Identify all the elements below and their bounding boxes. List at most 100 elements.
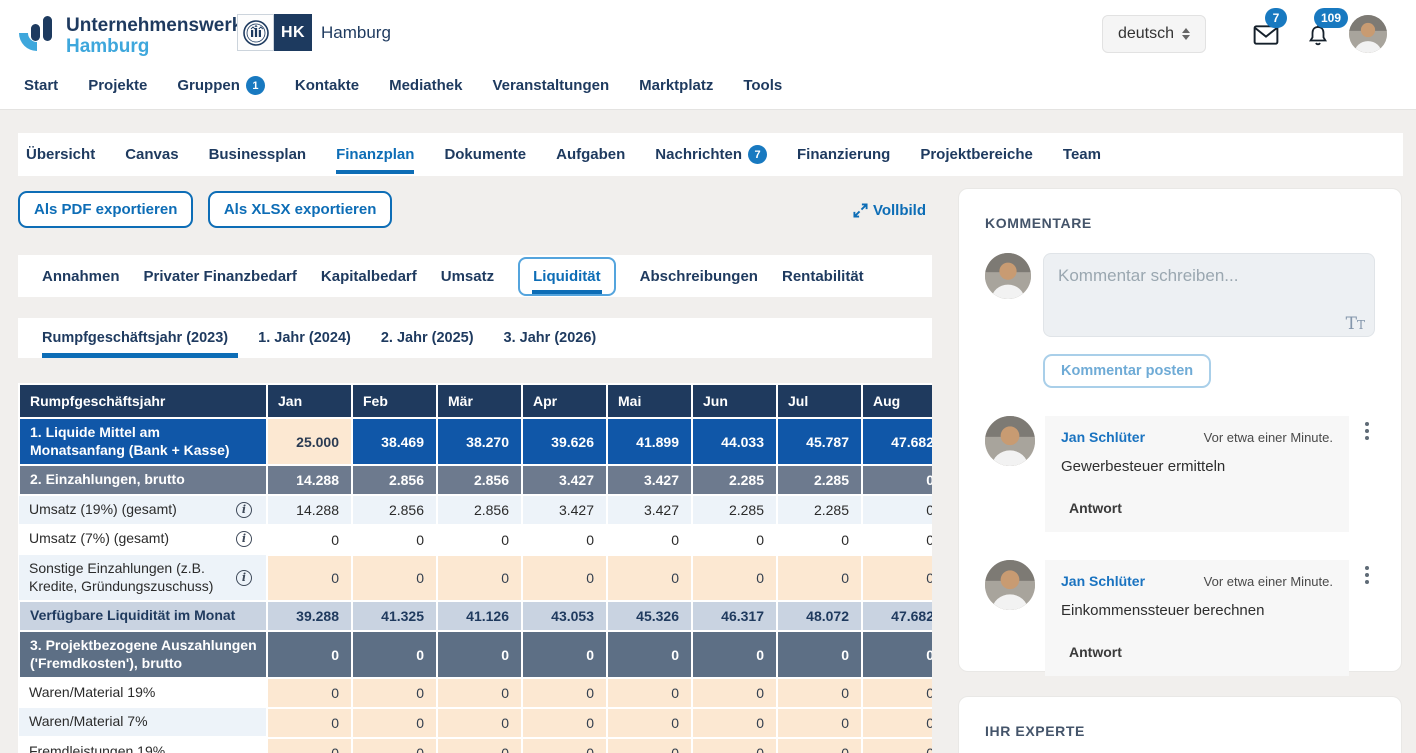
value-cell[interactable]: 0	[436, 677, 523, 709]
value-cell[interactable]: 0	[436, 554, 523, 602]
value-cell: 0	[521, 630, 608, 679]
value-cell[interactable]: 0	[351, 737, 438, 753]
value-cell: 38.469	[351, 417, 438, 466]
finance-tab-privater finanzbedarf[interactable]: Privater Finanzbedarf	[144, 268, 297, 285]
value-cell[interactable]: 0	[606, 737, 693, 753]
info-icon[interactable]: i	[236, 501, 252, 518]
info-icon[interactable]: i	[236, 530, 252, 547]
value-cell[interactable]: 0	[606, 677, 693, 709]
main-nav-item-mediathek[interactable]: Mediathek	[389, 76, 462, 95]
project-tab-aufgaben[interactable]: Aufgaben	[556, 133, 625, 176]
value-cell[interactable]: 0	[266, 707, 353, 739]
value-cell: 0	[266, 630, 353, 679]
fullscreen-link[interactable]: Vollbild	[853, 202, 926, 219]
finance-tab-liquidität[interactable]: Liquidität	[518, 256, 616, 296]
value-cell[interactable]: 0	[606, 554, 693, 602]
messages-button[interactable]: 7	[1253, 8, 1287, 52]
language-select[interactable]: deutsch	[1102, 15, 1206, 53]
project-tab-canvas[interactable]: Canvas	[125, 133, 178, 176]
value-cell[interactable]: 0	[776, 677, 863, 709]
project-tab-businessplan[interactable]: Businessplan	[209, 133, 307, 176]
value-cell[interactable]: 0	[436, 707, 523, 739]
main-nav-item-veranstaltungen[interactable]: Veranstaltungen	[492, 76, 609, 95]
value-cell[interactable]: 0	[351, 677, 438, 709]
value-cell[interactable]: 0	[776, 707, 863, 739]
comment-input[interactable]	[1043, 253, 1375, 337]
finance-tab-rentabilität[interactable]: Rentabilität	[782, 268, 864, 285]
comment-menu-button[interactable]	[1359, 560, 1375, 676]
comment-author-link[interactable]: Jan Schlüter	[1061, 573, 1145, 589]
value-cell[interactable]: 0	[776, 737, 863, 753]
post-comment-button[interactable]: Kommentar posten	[1043, 354, 1212, 388]
export-pdf-button[interactable]: Als PDF exportieren	[18, 191, 194, 228]
project-tab-nachrichten[interactable]: Nachrichten 7	[655, 133, 767, 176]
project-tab-projektbereiche[interactable]: Projektbereiche	[920, 133, 1033, 176]
value-cell[interactable]: 0	[436, 737, 523, 753]
comment-menu-button[interactable]	[1359, 416, 1375, 532]
project-tab-übersicht[interactable]: Übersicht	[26, 133, 95, 176]
year-tab[interactable]: 2. Jahr (2025)	[381, 318, 474, 358]
finance-tab-umsatz[interactable]: Umsatz	[441, 268, 494, 285]
value-cell[interactable]: 0	[351, 554, 438, 602]
value-cell[interactable]: 0	[521, 737, 608, 753]
main-nav-item-projekte[interactable]: Projekte	[88, 76, 147, 95]
year-tab[interactable]: Rumpfgeschäftsjahr (2023)	[42, 318, 239, 358]
project-tab-finanzierung[interactable]: Finanzierung	[797, 133, 890, 176]
finance-tab-annahmen[interactable]: Annahmen	[42, 268, 120, 285]
finance-tab-kapitalbedarf[interactable]: Kapitalbedarf	[321, 268, 417, 285]
main-nav-label: Gruppen	[177, 77, 240, 94]
comment-header: Jan Schlüter Vor etwa einer Minute.	[1061, 573, 1333, 589]
value-cell: 2.856	[351, 494, 438, 526]
comment-author-link[interactable]: Jan Schlüter	[1061, 429, 1145, 445]
project-tab-dokumente[interactable]: Dokumente	[444, 133, 526, 176]
project-tab-team[interactable]: Team	[1063, 133, 1101, 176]
value-cell[interactable]: 0	[861, 707, 932, 739]
value-cell[interactable]: 0	[691, 677, 778, 709]
value-cell[interactable]: 0	[691, 737, 778, 753]
reply-link[interactable]: Antwort	[1069, 500, 1333, 516]
main-nav-item-tools[interactable]: Tools	[743, 76, 782, 95]
comment-avatar	[985, 416, 1035, 466]
value-cell[interactable]: 0	[351, 707, 438, 739]
value-cell[interactable]: 0	[266, 677, 353, 709]
project-tab-finanzplan[interactable]: Finanzplan	[336, 133, 415, 176]
main-nav-item-gruppen[interactable]: Gruppen 1	[177, 76, 265, 95]
value-cell[interactable]: 0	[861, 737, 932, 753]
main-nav-item-kontakte[interactable]: Kontakte	[295, 76, 359, 95]
value-cell[interactable]: 0	[861, 554, 932, 602]
value-cell[interactable]: 0	[266, 737, 353, 753]
month-header: Mai	[606, 383, 693, 419]
main-nav-item-marktplatz[interactable]: Marktplatz	[639, 76, 713, 95]
year-tab[interactable]: 1. Jahr (2024)	[258, 318, 351, 358]
value-cell[interactable]: 0	[266, 554, 353, 602]
value-cell[interactable]: 25.000	[266, 417, 353, 466]
value-cell: 2.285	[776, 464, 863, 496]
table-row: 2. Einzahlungen, brutto 14.288 2.856 2.856 3…	[18, 464, 932, 496]
project-tab-label: Businessplan	[208, 146, 307, 163]
project-nav: Übersicht Canvas Businessplan Finanzplan Dok…	[18, 133, 1403, 176]
value-cell[interactable]: 0	[691, 554, 778, 602]
value-cell[interactable]: 0	[776, 554, 863, 602]
value-cell: 44.033	[691, 417, 778, 466]
value-cell: 3.427	[606, 464, 693, 496]
reply-link[interactable]: Antwort	[1069, 644, 1333, 660]
main-nav-item-start[interactable]: Start	[24, 76, 58, 95]
value-cell: 2.285	[691, 494, 778, 526]
value-cell[interactable]: 0	[521, 707, 608, 739]
finance-tab-abschreibungen[interactable]: Abschreibungen	[640, 268, 758, 285]
notifications-button[interactable]: 109	[1306, 8, 1349, 52]
user-avatar[interactable]	[1349, 15, 1387, 53]
value-cell[interactable]: 0	[691, 707, 778, 739]
value-cell[interactable]: 0	[521, 677, 608, 709]
value-cell[interactable]: 0	[861, 677, 932, 709]
text-format-icon[interactable]: TT	[1346, 314, 1365, 334]
year-tab[interactable]: 3. Jahr (2026)	[504, 318, 597, 358]
export-xlsx-button[interactable]: Als XLSX exportieren	[207, 191, 393, 228]
value-cell: 0	[861, 494, 932, 526]
row-label-cell: 2. Einzahlungen, brutto	[18, 464, 268, 496]
value-cell[interactable]: 0	[521, 554, 608, 602]
value-cell[interactable]: 0	[606, 707, 693, 739]
info-icon[interactable]: i	[236, 569, 252, 586]
value-cell: 0	[521, 524, 608, 556]
fullscreen-label: Vollbild	[872, 202, 926, 219]
